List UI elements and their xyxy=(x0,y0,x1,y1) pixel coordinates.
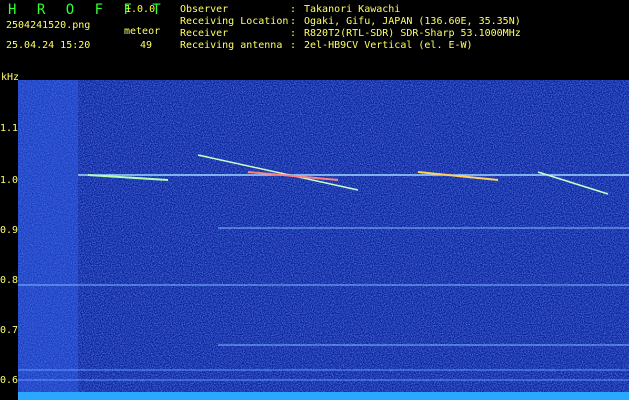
info-row: Receiving antenna:2el-HB9CV Vertical (el… xyxy=(180,40,473,51)
y-tick-label: 0.8 xyxy=(0,275,19,286)
meteor-count: 49 xyxy=(140,40,153,51)
bottom-band xyxy=(18,392,629,400)
spectrogram xyxy=(18,80,629,400)
info-row: Receiving Location: Ogaki, Gifu, JAPAN (1… xyxy=(180,16,521,27)
datetime: 25.04.24 15:20 xyxy=(6,40,91,51)
y-tick-label: 1.1 xyxy=(0,123,19,134)
info-panel: Observer: Takanori Kawachi Receiving Loca… xyxy=(180,4,521,52)
y-tick-label: 0.6 xyxy=(0,375,19,386)
filename: 2504241520.png xyxy=(6,20,91,31)
info-row: Observer: Takanori Kawachi xyxy=(180,4,401,15)
y-tick-label: 1.0 xyxy=(0,175,19,186)
y-tick-label: 0.7 xyxy=(0,325,19,336)
info-row: Receiver: R820T2(RTL-SDR) SDR-Sharp 53.10… xyxy=(180,28,521,39)
y-tick-label: 0.9 xyxy=(0,225,19,236)
spectrogram-canvas xyxy=(18,80,629,400)
meteor-label: meteor xyxy=(124,26,161,37)
app-version: 1.0.0 xyxy=(125,4,156,15)
spectrogram-noise xyxy=(18,80,629,400)
left-band xyxy=(18,80,78,400)
header: H R O F F T 1.0.0 2504241520.png meteor … xyxy=(0,0,629,60)
